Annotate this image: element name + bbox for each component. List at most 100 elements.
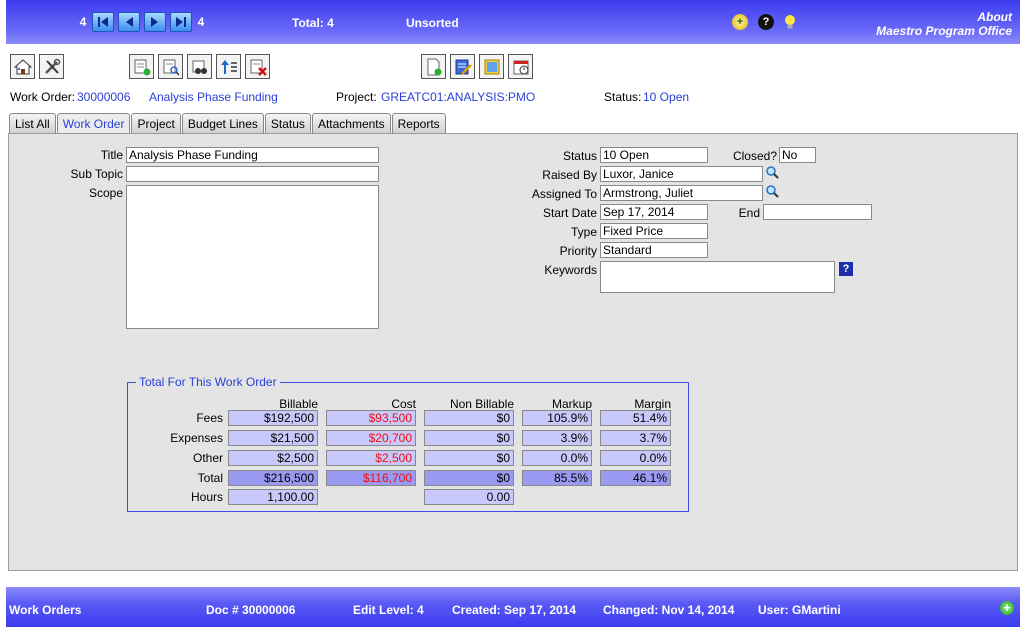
other-cost: $2,500 [326,450,416,466]
start-date-field[interactable]: Sep 17, 2014 [600,204,708,220]
expenses-cost: $20,700 [326,430,416,446]
work-order-panel: Title Analysis Phase Funding Sub Topic S… [8,133,1018,571]
tab-attachments[interactable]: Attachments [311,113,391,134]
work-order-number: 30000006 [77,90,131,104]
status-field-label: Status [562,149,597,163]
delete-record-icon [250,59,267,76]
notes-button[interactable] [479,54,504,79]
expenses-margin: 3.7% [600,430,671,446]
previous-record-icon [126,17,133,27]
calendar-button[interactable] [508,54,533,79]
title-label: Title [100,148,123,162]
expenses-non-billable: $0 [424,430,514,446]
total-billable: $216,500 [228,470,318,486]
sub-topic-field[interactable] [126,166,379,182]
keywords-field[interactable] [600,261,835,293]
calendar-icon [513,60,528,74]
last-record-button[interactable] [170,12,192,32]
previous-record-button[interactable] [118,12,140,32]
priority-label: Priority [559,244,597,258]
header-billable: Billable [279,397,318,411]
sort-status[interactable]: Unsorted [406,16,459,30]
assigned-to-field[interactable]: Armstrong, Juliet [600,185,763,201]
work-order-label: Work Order: [10,90,76,104]
tab-status[interactable]: Status [264,113,311,134]
add-icon[interactable]: + [1000,601,1014,615]
edit-document-icon [455,59,472,75]
raised-by-search-icon[interactable] [765,165,779,179]
created-date: Created: Sep 17, 2014 [452,603,577,617]
tab-bar: List All Work Order Project Budget Lines… [9,113,447,135]
next-record-icon [151,17,158,27]
closed-label: Closed? [732,149,777,163]
hours-billable: 1,100.00 [228,489,318,505]
fees-markup: 105.9% [522,410,592,426]
lightbulb-icon[interactable] [784,14,796,30]
new-document-button[interactable] [421,54,446,79]
find-record-button[interactable] [158,54,183,79]
record-navigator: 4 4 [76,11,208,33]
notes-icon [484,59,499,74]
assigned-to-search-icon[interactable] [765,184,779,198]
about-label: About [977,10,1012,24]
fees-cost: $93,500 [326,410,416,426]
add-record-button[interactable] [129,54,154,79]
edit-level: Edit Level: 4 [353,603,424,617]
record-left-count: 4 [79,15,87,29]
sub-topic-label: Sub Topic [70,167,123,181]
tab-project[interactable]: Project [131,113,181,134]
zoom-icon[interactable]: + [732,14,748,30]
status-label: Status: [604,90,642,104]
total-markup: 85.5% [522,470,592,486]
work-order-title: Analysis Phase Funding [149,90,278,104]
type-field[interactable]: Fixed Price [600,223,708,239]
row-label-fees: Fees [196,411,223,425]
keywords-help-icon[interactable]: ? [839,262,853,276]
first-record-button[interactable] [92,12,114,32]
title-field[interactable]: Analysis Phase Funding [126,147,379,163]
next-record-button[interactable] [144,12,166,32]
find-record-icon [163,59,180,76]
current-user: User: GMartini [758,603,841,617]
assigned-to-label: Assigned To [531,187,597,201]
record-info-bar: Work Order: 30000006 Analysis Phase Fund… [10,90,1010,106]
raised-by-field[interactable]: Luxor, Janice [600,166,763,182]
first-record-icon [98,17,108,27]
home-button[interactable] [10,54,35,79]
hours-non-billable: 0.00 [424,489,514,505]
toolbar [10,54,550,80]
tools-button[interactable] [39,54,64,79]
about-link[interactable]: About Maestro Program Office [876,10,1012,38]
project-value: GREATC01:ANALYSIS:PMO [381,90,536,104]
header-non-billable: Non Billable [449,397,514,411]
binoculars-button[interactable] [187,54,212,79]
project-label: Project: [336,90,377,104]
header-markup: Markup [551,397,592,411]
other-non-billable: $0 [424,450,514,466]
priority-field[interactable]: Standard [600,242,708,258]
edit-document-button[interactable] [450,54,475,79]
scope-field[interactable] [126,185,379,329]
tools-icon [44,58,60,74]
tab-work-order[interactable]: Work Order [56,113,131,135]
raised-by-label: Raised By [542,168,597,182]
scope-label: Scope [88,186,123,200]
last-record-icon [176,17,186,27]
changed-date: Changed: Nov 14, 2014 [603,603,735,617]
row-label-hours: Hours [190,490,223,504]
new-document-icon [427,58,441,75]
closed-field[interactable]: No [779,147,816,163]
delete-record-button[interactable] [245,54,270,79]
sort-button[interactable] [216,54,241,79]
sort-icon [220,59,237,74]
expenses-markup: 3.9% [522,430,592,446]
tab-reports[interactable]: Reports [391,113,446,134]
end-date-field[interactable] [763,204,872,220]
status-field[interactable]: 10 Open [600,147,708,163]
top-bar: 4 4 Total: 4 Unsorted + ? About Maestro … [6,0,1020,44]
tab-budget-lines[interactable]: Budget Lines [181,113,264,134]
other-billable: $2,500 [228,450,318,466]
keywords-label: Keywords [544,263,597,277]
tab-list-all[interactable]: List All [9,113,56,134]
help-icon[interactable]: ? [758,14,774,30]
